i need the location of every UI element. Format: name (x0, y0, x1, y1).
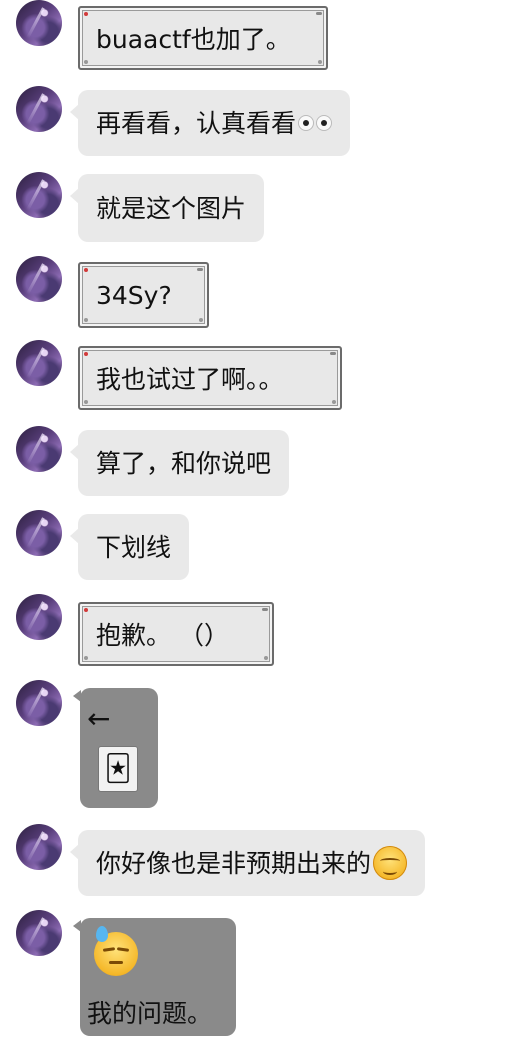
message-bubble[interactable]: buaactf也加了。 (78, 6, 328, 70)
message-bubble[interactable]: ← 🃏 (73, 688, 158, 808)
avatar[interactable] (16, 340, 62, 386)
message-text: 下划线 (96, 532, 172, 562)
message-text: 算了，和你说吧 (96, 448, 272, 478)
message-text: 抱歉。 （） (96, 621, 229, 650)
message-text: 你好像也是非预期出来的 (96, 848, 372, 878)
message-bubble[interactable]: 抱歉。 （） (78, 602, 274, 666)
message-text: 34Sy? (96, 280, 172, 310)
avatar[interactable] (16, 594, 62, 640)
message-text: buaactf也加了。 (96, 25, 291, 54)
message-text: 我的问题。 (87, 999, 213, 1028)
avatar[interactable] (16, 510, 62, 556)
message-bubble[interactable]: 算了，和你说吧 (69, 430, 290, 496)
message-bubble[interactable]: 我的问题。 (73, 918, 236, 1036)
message-text: 就是这个图片 (96, 193, 247, 223)
avatar[interactable] (16, 426, 62, 472)
message-bubble[interactable]: 下划线 (69, 514, 190, 580)
message-bubble[interactable]: 再看看，认真看看 (69, 90, 351, 156)
smirk-emoji-icon (373, 846, 408, 880)
avatar[interactable] (16, 824, 62, 870)
eyes-emoji-icon (298, 115, 333, 131)
avatar[interactable] (16, 680, 62, 726)
avatar[interactable] (16, 172, 62, 218)
avatar[interactable] (16, 910, 62, 956)
message-text: 我也试过了啊。。 (96, 365, 284, 394)
message-bubble[interactable]: 你好像也是非预期出来的 (69, 830, 426, 896)
avatar[interactable] (16, 256, 62, 302)
arrow-left-icon: ← (87, 702, 111, 735)
joker-card-icon: 🃏 (98, 746, 138, 792)
message-bubble[interactable]: 就是这个图片 (69, 174, 265, 242)
sweat-emoji-icon (94, 926, 138, 976)
avatar[interactable] (16, 0, 62, 46)
avatar[interactable] (16, 86, 62, 132)
message-text: 再看看，认真看看 (96, 108, 297, 138)
message-bubble[interactable]: 我也试过了啊。。 (78, 346, 342, 410)
message-bubble[interactable]: 34Sy? (78, 262, 209, 328)
